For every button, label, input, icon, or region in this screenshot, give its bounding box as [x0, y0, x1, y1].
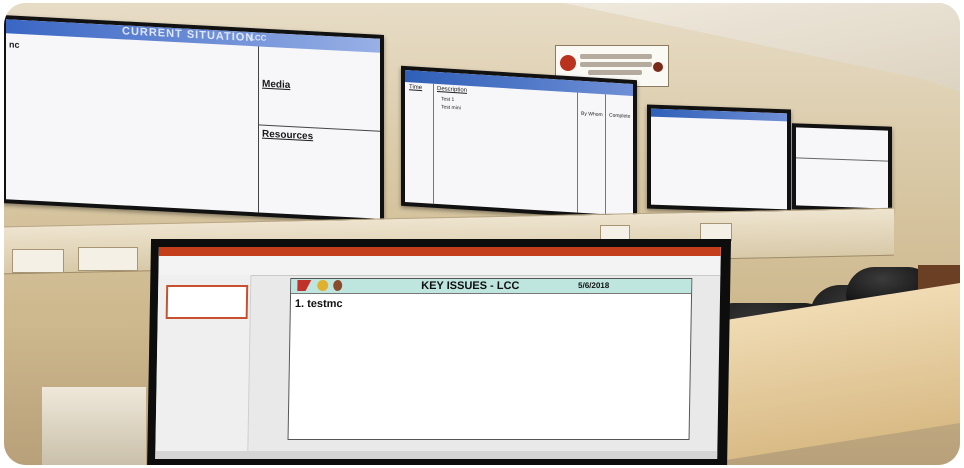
status-bar	[155, 451, 718, 459]
tv-2-gridline	[433, 83, 434, 204]
tv-1-divider	[258, 46, 259, 213]
tv-screen-1: CURRENT SITUATION LCC nc Media Resources	[4, 14, 384, 224]
resources-label: Resources	[262, 128, 314, 143]
emblem-icon	[333, 280, 343, 291]
hse-logo-icon	[297, 280, 311, 291]
tv-2-col-bywhom: By Whom	[581, 110, 603, 119]
tv-2-item: Test 1	[441, 96, 455, 104]
emblem-icon	[653, 62, 663, 72]
wall-socket	[12, 249, 64, 273]
tv-1-banner-suffix: LCC	[250, 32, 267, 43]
tv-1-banner: CURRENT SITUATION	[122, 25, 255, 45]
crest-icon	[560, 55, 576, 71]
tv-2-col-time: Time	[409, 84, 423, 92]
tv-3-display	[651, 108, 787, 210]
tv-screen-3	[647, 104, 791, 214]
tv-3-titlebar	[651, 108, 787, 122]
sign-text-line	[580, 62, 652, 67]
slide-title: KEY ISSUES - LCC	[421, 280, 520, 292]
tv-screen-4	[792, 123, 892, 213]
tv-1-edge-text: nc	[9, 39, 20, 50]
cardboard-box	[42, 387, 146, 465]
front-monitor: KEY ISSUES - LCC 5/6/2018 1. testmc	[146, 239, 732, 465]
tv-1-display: CURRENT SITUATION LCC nc Media Resources	[6, 19, 380, 219]
slide-thumbnail-pane	[155, 275, 252, 459]
tv-2-display: Time Description Test 1 Test mini By Who…	[405, 70, 633, 216]
sign-text-line	[580, 54, 652, 59]
media-label: Media	[262, 78, 291, 92]
crest-icon	[317, 280, 329, 291]
photo-frame: CURRENT SITUATION LCC nc Media Resources…	[4, 3, 960, 465]
ribbon-tabs	[158, 247, 721, 256]
tv-2-gridline	[605, 94, 606, 215]
tv-4-display	[796, 127, 888, 209]
tv-2-item: Test mini	[441, 104, 461, 112]
tv-screen-2: Time Description Test 1 Test mini By Who…	[401, 65, 637, 221]
tv-2-col-complete: Complete	[609, 112, 631, 120]
sign-text-line	[588, 70, 642, 75]
wall-socket	[78, 247, 138, 271]
slide-date: 5/6/2018	[577, 281, 610, 290]
tv-2-gridline	[577, 92, 578, 213]
slide-header: KEY ISSUES - LCC 5/6/2018	[291, 279, 692, 294]
slide-thumbnail[interactable]	[165, 285, 249, 319]
slide-item-1: 1. testmc	[294, 298, 343, 310]
monitor-display: KEY ISSUES - LCC 5/6/2018 1. testmc	[155, 247, 721, 459]
slide: KEY ISSUES - LCC 5/6/2018 1. testmc	[287, 278, 693, 440]
tv-4-divider	[796, 157, 888, 162]
tv-2-col-description: Description	[437, 85, 468, 94]
app-ribbon	[158, 247, 721, 276]
